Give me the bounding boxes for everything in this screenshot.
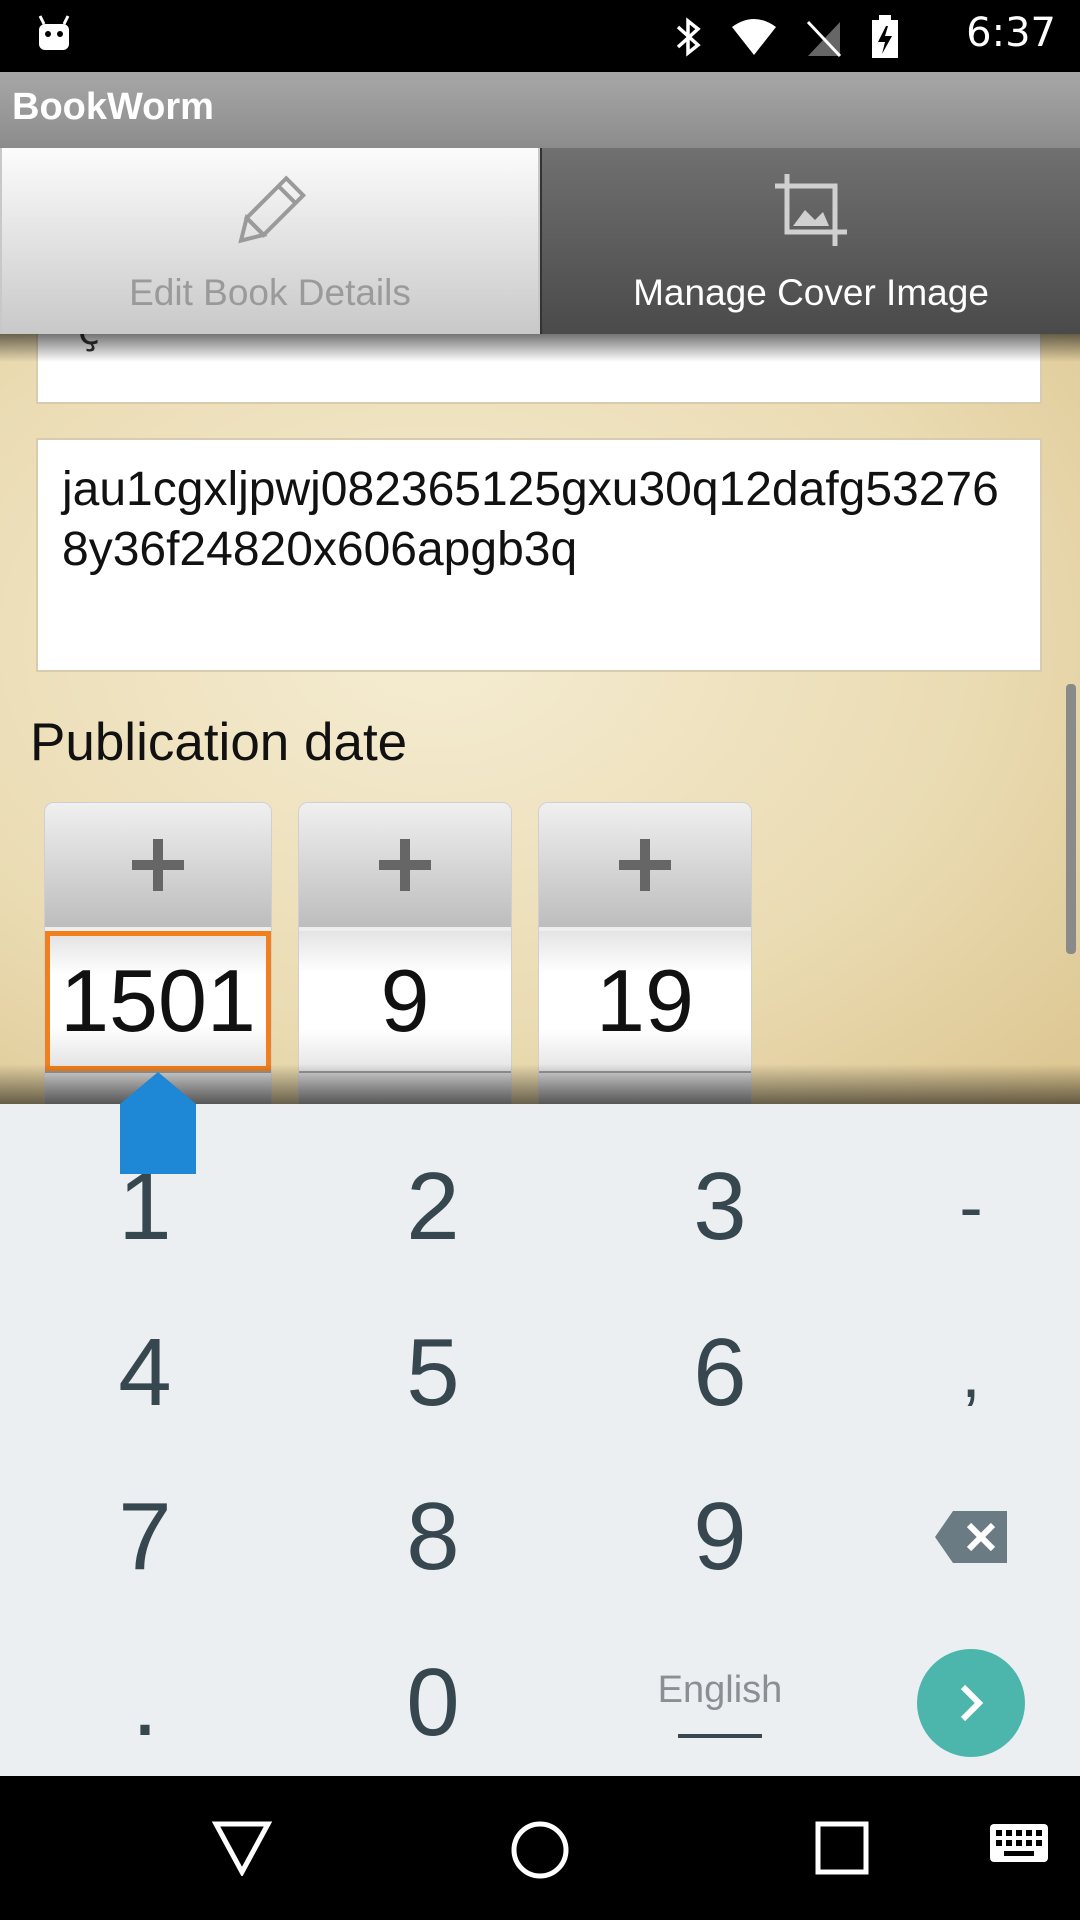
enter-circle	[917, 1649, 1025, 1757]
year-input[interactable]: 1501	[45, 931, 271, 1071]
key-9[interactable]: 9	[585, 1454, 855, 1620]
month-input[interactable]: 9	[299, 931, 511, 1071]
backspace-icon	[935, 1511, 1007, 1563]
chevron-right-icon	[960, 1684, 984, 1722]
navigation-bar	[0, 1776, 1080, 1920]
month-increment-button[interactable]	[299, 803, 511, 927]
tab-label: Edit Book Details	[129, 272, 411, 313]
language-underline	[678, 1733, 762, 1738]
bluetooth-icon	[674, 15, 704, 63]
numeric-keyboard: 1 2 3 - 4 5 6 , 7 8 9 . 0 English	[0, 1104, 1080, 1776]
month-picker: 9	[298, 802, 512, 1104]
tab-edit-book-details[interactable]: Edit Book Details	[0, 148, 540, 334]
key-period[interactable]: .	[10, 1620, 280, 1786]
app-bar: BookWorm	[0, 72, 1080, 148]
text-cursor-handle[interactable]	[118, 1070, 198, 1184]
year-increment-button[interactable]	[45, 803, 271, 927]
android-icon	[36, 14, 72, 58]
key-backspace[interactable]	[836, 1454, 1080, 1620]
key-6[interactable]: 6	[585, 1290, 855, 1456]
key-comma[interactable]: ,	[836, 1290, 1080, 1456]
text-field[interactable]: jau1cgxljpwj082365125gxu30q12dafg532768y…	[36, 438, 1042, 672]
crop-image-icon	[771, 170, 851, 254]
tab-label: Manage Cover Image	[633, 272, 989, 313]
key-language[interactable]: English	[585, 1620, 855, 1786]
clock: 6:37	[966, 10, 1056, 56]
day-input[interactable]: 19	[539, 931, 751, 1071]
key-2[interactable]: 2	[298, 1124, 568, 1290]
language-label: English	[657, 1668, 783, 1711]
book-details-form[interactable]: ç jau1cgxljpwj082365125gxu30q12dafg53276…	[0, 334, 1080, 1104]
home-icon[interactable]	[510, 1820, 570, 1884]
scrollbar[interactable]	[1066, 684, 1076, 954]
back-icon[interactable]	[211, 1820, 273, 1880]
tab-bar: Edit Book Details Manage Cover Image	[0, 148, 1080, 334]
no-sim-icon	[804, 16, 844, 62]
day-increment-button[interactable]	[539, 803, 751, 927]
recents-icon[interactable]	[814, 1820, 870, 1880]
text-field-value: jau1cgxljpwj082365125gxu30q12dafg532768y…	[62, 463, 999, 576]
plus-icon	[619, 839, 671, 891]
keyboard-icon[interactable]	[988, 1820, 1050, 1870]
publication-date-label: Publication date	[30, 713, 408, 772]
key-8[interactable]: 8	[298, 1454, 568, 1620]
key-5[interactable]: 5	[298, 1290, 568, 1456]
plus-icon	[379, 839, 431, 891]
key-enter[interactable]	[836, 1620, 1080, 1786]
wifi-icon	[730, 17, 778, 61]
pencil-icon	[225, 170, 315, 260]
tabs-shadow	[0, 334, 1080, 362]
key-3[interactable]: 3	[585, 1124, 855, 1290]
app-title: BookWorm	[12, 86, 214, 128]
year-picker: 1501	[44, 802, 272, 1104]
battery-charging-icon	[870, 14, 900, 64]
key-4[interactable]: 4	[10, 1290, 280, 1456]
plus-icon	[132, 839, 184, 891]
status-bar: 6:37	[0, 0, 1080, 72]
key-7[interactable]: 7	[10, 1454, 280, 1620]
key-0[interactable]: 0	[298, 1620, 568, 1786]
day-picker: 19	[538, 802, 752, 1104]
key-minus[interactable]: -	[836, 1124, 1080, 1290]
tab-manage-cover-image[interactable]: Manage Cover Image	[540, 148, 1080, 334]
